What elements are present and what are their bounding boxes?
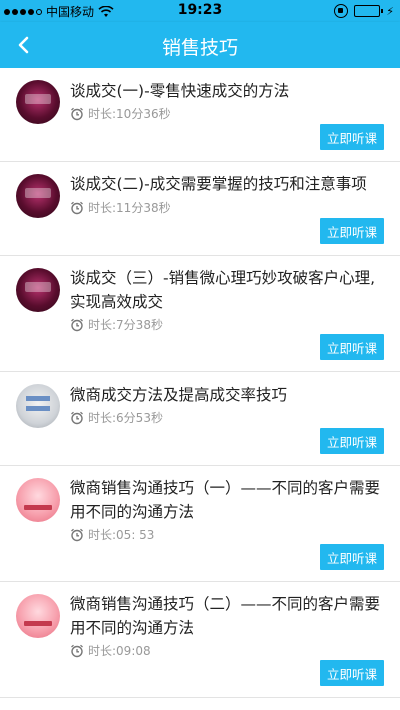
listen-now-button[interactable]: 立即听课 [320,660,384,686]
duration-value: 11分38秒 [116,201,171,215]
listen-now-button[interactable]: 立即听课 [320,124,384,150]
listen-now-button[interactable]: 立即听课 [320,218,384,244]
course-title: 微商成交方法及提高成交率技巧 [70,386,288,404]
alarm-clock-icon [71,411,83,424]
charging-bolt-icon: ⚡ [386,4,394,18]
duration-value: 7分38秒 [116,318,163,332]
course-avatar [16,478,60,522]
page-title: 销售技巧 [161,37,238,59]
course-title: 谈成交(一)-零售快速成交的方法 [70,82,290,100]
status-bar: 中国移动 19:23 ⚡ [0,0,400,22]
course-avatar [16,594,60,638]
alarm-clock-icon [71,201,83,214]
alarm-clock-icon [71,318,83,331]
chevron-left-icon [18,36,29,54]
duration-value: 09:08 [116,643,151,658]
back-button[interactable] [10,30,38,60]
course-item[interactable]: 微商销售沟通技巧（一）——不同的客户需要用不同的沟通方法 时长: 05: 53 … [0,466,400,582]
status-right: ⚡ [334,4,394,18]
course-item[interactable]: 微商销售沟通技巧（二）——不同的客户需要用不同的沟通方法 时长: 09:08 立… [0,582,400,698]
duration-value: 6分53秒 [116,411,163,425]
duration-label: 时长: [88,201,117,215]
duration-label: 时长: [88,528,117,542]
course-duration: 时长: 11分38秒 [70,199,171,216]
course-avatar [16,384,60,428]
course-item[interactable]: 谈成交(一)-零售快速成交的方法 时长: 10分36秒 立即听课 [0,68,400,162]
course-duration: 时长: 6分53秒 [70,409,163,426]
course-title: 微商销售沟通技巧（二）——不同的客户需要用不同的沟通方法 [70,595,381,637]
course-list: 谈成交(一)-零售快速成交的方法 时长: 10分36秒 立即听课 谈成交(二)-… [0,68,400,698]
duration-value: 10分36秒 [116,107,171,121]
alarm-clock-icon [71,644,83,657]
battery-icon [354,5,384,17]
course-title: 微商销售沟通技巧（一）——不同的客户需要用不同的沟通方法 [70,479,381,521]
course-avatar [16,80,60,124]
course-duration: 时长: 09:08 [70,642,151,659]
duration-label: 时长: [88,411,117,425]
listen-now-button[interactable]: 立即听课 [320,334,384,360]
course-item[interactable]: 谈成交(二)-成交需要掌握的技巧和注意事项 时长: 11分38秒 立即听课 [0,162,400,256]
listen-now-button[interactable]: 立即听课 [320,544,384,570]
course-title: 谈成交(二)-成交需要掌握的技巧和注意事项 [70,175,367,193]
course-duration: 时长: 10分36秒 [70,105,171,122]
navigation-bar: 销售技巧 [0,22,400,68]
course-avatar [16,268,60,312]
course-title: 谈成交（三）-销售微心理巧妙攻破客户心理, 实现高效成交 [70,269,376,311]
course-item[interactable]: 微商成交方法及提高成交率技巧 时长: 6分53秒 立即听课 [0,372,400,466]
duration-label: 时长: [88,107,117,121]
course-item[interactable]: 谈成交（三）-销售微心理巧妙攻破客户心理, 实现高效成交 时长: 7分38秒 立… [0,256,400,372]
course-duration: 时长: 7分38秒 [70,316,163,333]
course-avatar [16,174,60,218]
alarm-clock-icon [71,107,83,120]
duration-label: 时长: [88,318,117,332]
listen-now-button[interactable]: 立即听课 [320,428,384,454]
duration-value: 05: 53 [116,527,155,542]
alarm-clock-icon [71,528,83,541]
rotation-lock-icon [334,4,349,18]
duration-label: 时长: [88,644,117,658]
course-duration: 时长: 05: 53 [70,526,154,543]
